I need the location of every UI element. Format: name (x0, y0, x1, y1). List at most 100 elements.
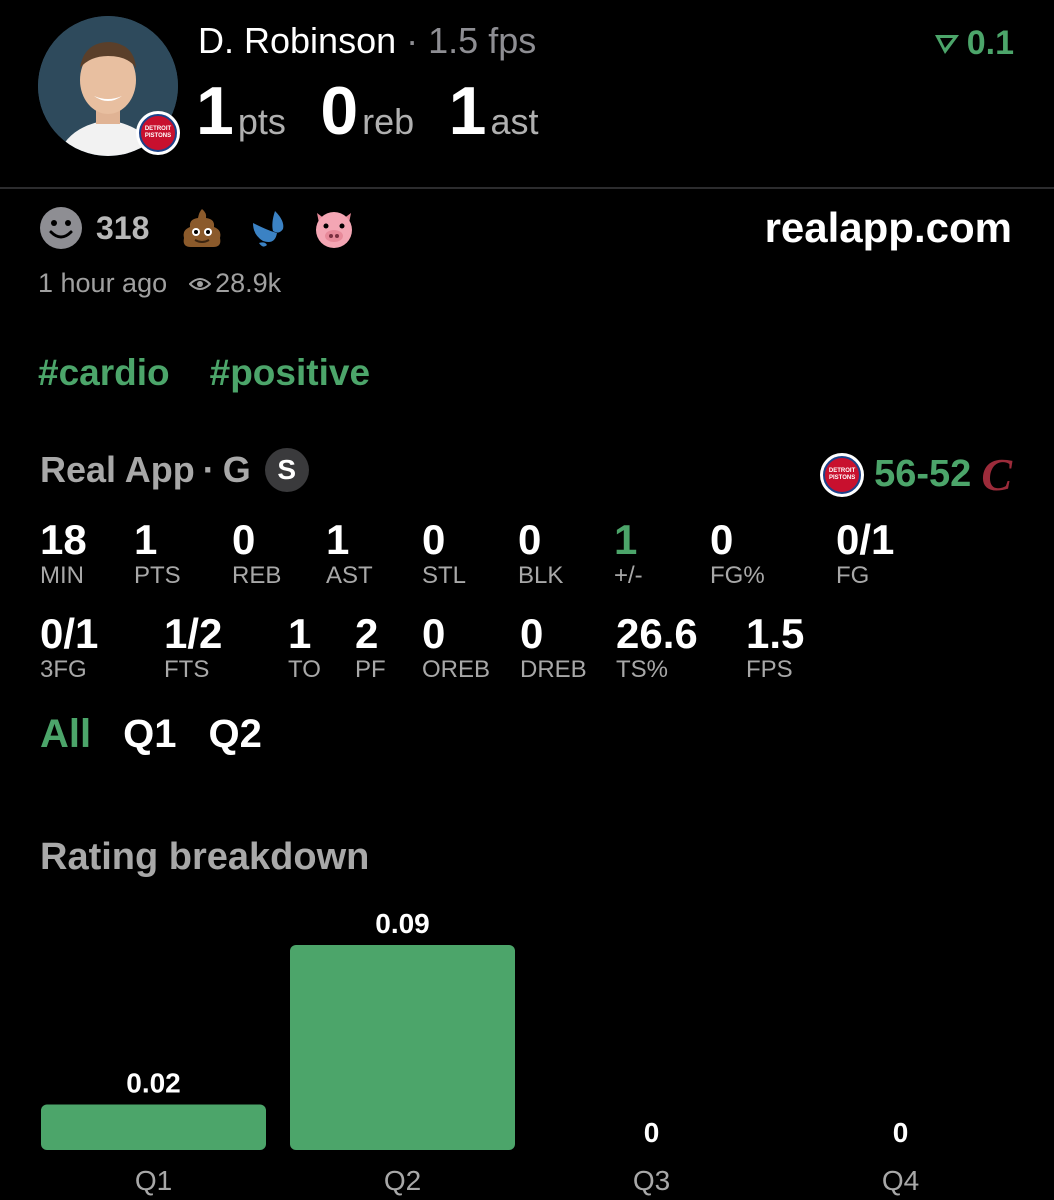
stat-stl-cell: 0 STL (422, 518, 466, 590)
category-label-q4: Q4 (882, 1165, 919, 1196)
name-separator: · (406, 20, 419, 61)
sweat-droplets-emoji-icon[interactable] (245, 205, 291, 251)
view-count: 28.9k (215, 268, 282, 298)
smiley-face-icon[interactable] (38, 205, 84, 251)
player-fps: 1.5 fps (428, 20, 537, 61)
stat-value: 0 (232, 516, 256, 563)
time-ago: 1 hour ago (38, 268, 168, 298)
tab-q2[interactable]: Q2 (208, 712, 261, 757)
header-divider (0, 187, 1054, 189)
tab-all[interactable]: All (40, 712, 91, 757)
stat-value: 26.6 (616, 610, 698, 657)
stat-value: 1.5 (746, 610, 805, 657)
source-name: Real App (40, 449, 195, 490)
site-url[interactable]: realapp.com (765, 204, 1012, 252)
stat-to-cell: 1 TO (288, 612, 321, 684)
data-label-q4: 0 (893, 1117, 909, 1148)
rating-arrow-icon (934, 34, 959, 54)
data-label-q3: 0 (644, 1117, 660, 1148)
headline-ast-unit: ast (490, 101, 539, 142)
headline-reb-value: 0 (320, 73, 359, 149)
stat--cell: 1 +/- (614, 518, 643, 590)
stat-oreb-cell: 0 OREB (422, 612, 490, 684)
stat-reb-cell: 0 REB (232, 518, 281, 590)
player-position: G (222, 449, 251, 490)
stat-fg-cell: 0/1 FG (836, 518, 894, 590)
stat-label: MIN (40, 562, 84, 589)
stat-label: TO (288, 656, 321, 683)
team-badge-line-1: DETROIT (144, 126, 172, 132)
headline-pts-unit: pts (237, 101, 286, 142)
bar-q1 (41, 1104, 266, 1150)
stat-label: FTS (164, 656, 210, 683)
rating-badge[interactable]: 0.1 (933, 24, 1014, 63)
s-badge[interactable]: S (264, 448, 309, 492)
stat-value: 0 (422, 610, 446, 657)
rating-breakdown-title: Rating breakdown (40, 836, 370, 878)
bar-q2 (290, 945, 515, 1150)
stat-value: 0/1 (836, 516, 895, 563)
stat-label: BLK (518, 562, 564, 589)
stat-fps-cell: 1.5 FPS (746, 612, 804, 684)
stat-value: 0/1 (40, 610, 99, 657)
pistons-logo-icon: DETROIT PISTONS (820, 452, 865, 497)
stat-3fg-cell: 0/1 3FG (40, 612, 98, 684)
cavaliers-logo-icon: C (981, 449, 1012, 500)
headline-reb-unit: reb (362, 101, 415, 142)
away-score: 52 (929, 453, 972, 495)
stat-label: STL (422, 562, 467, 589)
source-separator: · (202, 449, 215, 490)
game-score[interactable]: DETROIT PISTONS 56-52 C (820, 448, 1012, 501)
stat-value: 1 (288, 610, 312, 657)
stat-label: AST (326, 562, 373, 589)
reactions-row: 318 (38, 205, 377, 251)
hashtags: #cardio #positive (38, 352, 370, 394)
stat-label: OREB (422, 656, 491, 683)
period-tabs: All Q1 Q2 (40, 712, 262, 757)
stat-label: PTS (134, 562, 181, 589)
stat-label: DREB (520, 656, 587, 683)
stat-pts-cell: 1 PTS (134, 518, 181, 590)
tab-q1[interactable]: Q1 (123, 712, 176, 757)
player-name-line: D. Robinson · 1.5 fps (198, 20, 536, 62)
stat-label: PF (355, 656, 386, 683)
team-badge-icon: DETROIT PISTONS (136, 111, 180, 155)
stat-fg-cell: 0 FG% (710, 518, 765, 590)
headline-pts-value: 1 (196, 73, 234, 149)
post-meta: 1 hour ago 28.9k (38, 268, 281, 299)
tag-positive[interactable]: #positive (210, 352, 370, 394)
stat-value: 2 (355, 610, 379, 657)
home-score: 56 (874, 453, 917, 495)
team-badge-line-2: PISTONS (144, 133, 172, 139)
stat-label: FG (836, 562, 870, 589)
category-label-q1: Q1 (135, 1165, 172, 1196)
stat-value: 1/2 (164, 610, 223, 657)
category-label-q2: Q2 (384, 1165, 421, 1196)
stat-fts-cell: 1/2 FTS (164, 612, 222, 684)
stat-value: 0 (710, 516, 734, 563)
stat-label: FPS (746, 656, 793, 683)
stat-min-cell: 18 MIN (40, 518, 87, 590)
poop-emoji-icon[interactable] (179, 205, 225, 251)
stat-value: 1 (326, 516, 350, 563)
stat-blk-cell: 0 BLK (518, 518, 563, 590)
stat-pf-cell: 2 PF (355, 612, 386, 684)
headline-ast-value: 1 (448, 73, 487, 149)
reaction-count: 318 (96, 209, 150, 246)
stat-label: FG% (710, 562, 765, 589)
stat-value: 0 (422, 516, 446, 563)
stat-label: +/- (614, 562, 643, 589)
stat-value: 1 (614, 516, 638, 563)
pig-face-emoji-icon[interactable] (311, 205, 357, 251)
data-label-q2: 0.09 (375, 908, 430, 939)
stat-ast-cell: 1 AST (326, 518, 373, 590)
player-name[interactable]: D. Robinson (198, 20, 396, 61)
headline-stats: 1 pts 0 reb 1 ast (196, 72, 568, 150)
rating-value: 0.1 (966, 24, 1014, 62)
stat-value: 0 (520, 610, 544, 657)
stat-label: 3FG (40, 656, 87, 683)
rating-breakdown-chart: 0.02 Q1 0.09 Q2 0 Q3 0 Q4 (41, 908, 919, 1196)
tag-cardio[interactable]: #cardio (38, 352, 170, 394)
stat-value: 0 (518, 516, 542, 563)
stat-dreb-cell: 0 DREB (520, 612, 587, 684)
